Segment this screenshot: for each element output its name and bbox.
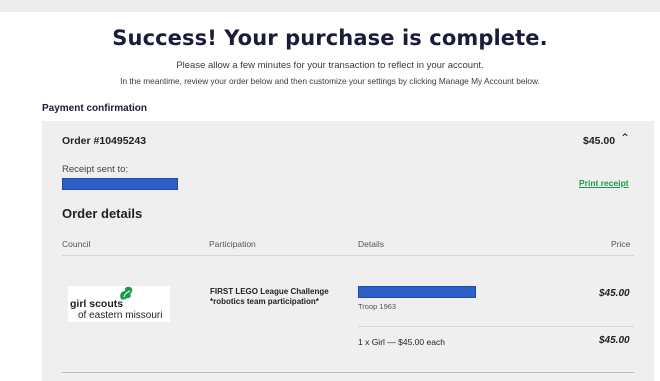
redacted-details — [358, 286, 476, 298]
redacted-email — [62, 178, 178, 190]
receipt-label: Receipt sent to: — [62, 164, 129, 175]
column-header-price: Price — [611, 239, 631, 249]
column-header-participation: Participation — [209, 239, 256, 249]
info-text: Please allow a few minutes for your tran… — [176, 60, 484, 71]
troop-label: Troop 1963 — [358, 302, 397, 311]
order-details-heading: Order details — [62, 206, 143, 221]
council-logo: girl scouts of eastern missouri — [68, 286, 170, 322]
bottom-divider — [62, 372, 634, 373]
line-item-price: $45.00 — [599, 335, 630, 346]
logo-text: girl scouts — [70, 298, 124, 310]
row-divider — [358, 326, 634, 327]
top-bar — [0, 0, 660, 12]
chevron-up-icon[interactable]: ⌃ — [620, 131, 630, 145]
payment-confirmation-heading: Payment confirmation — [42, 103, 148, 114]
order-number: Order #10495243 — [62, 135, 147, 147]
logo-subtext: of eastern missouri — [78, 310, 163, 321]
column-header-council: Council — [62, 239, 91, 249]
header-divider — [62, 255, 634, 256]
order-panel — [42, 121, 654, 381]
instructions-text: In the meantime, review your order below… — [120, 76, 540, 86]
item-price: $45.00 — [599, 288, 630, 299]
order-total: $45.00 — [583, 135, 616, 147]
participation-name: FIRST LEGO League Challenge *robotics te… — [210, 287, 329, 306]
column-header-details: Details — [358, 239, 384, 249]
line-item-description: 1 x Girl — $45.00 each — [358, 337, 445, 347]
page-title: Success! Your purchase is complete. — [112, 26, 548, 50]
print-receipt-link[interactable]: Print receipt — [579, 178, 629, 188]
